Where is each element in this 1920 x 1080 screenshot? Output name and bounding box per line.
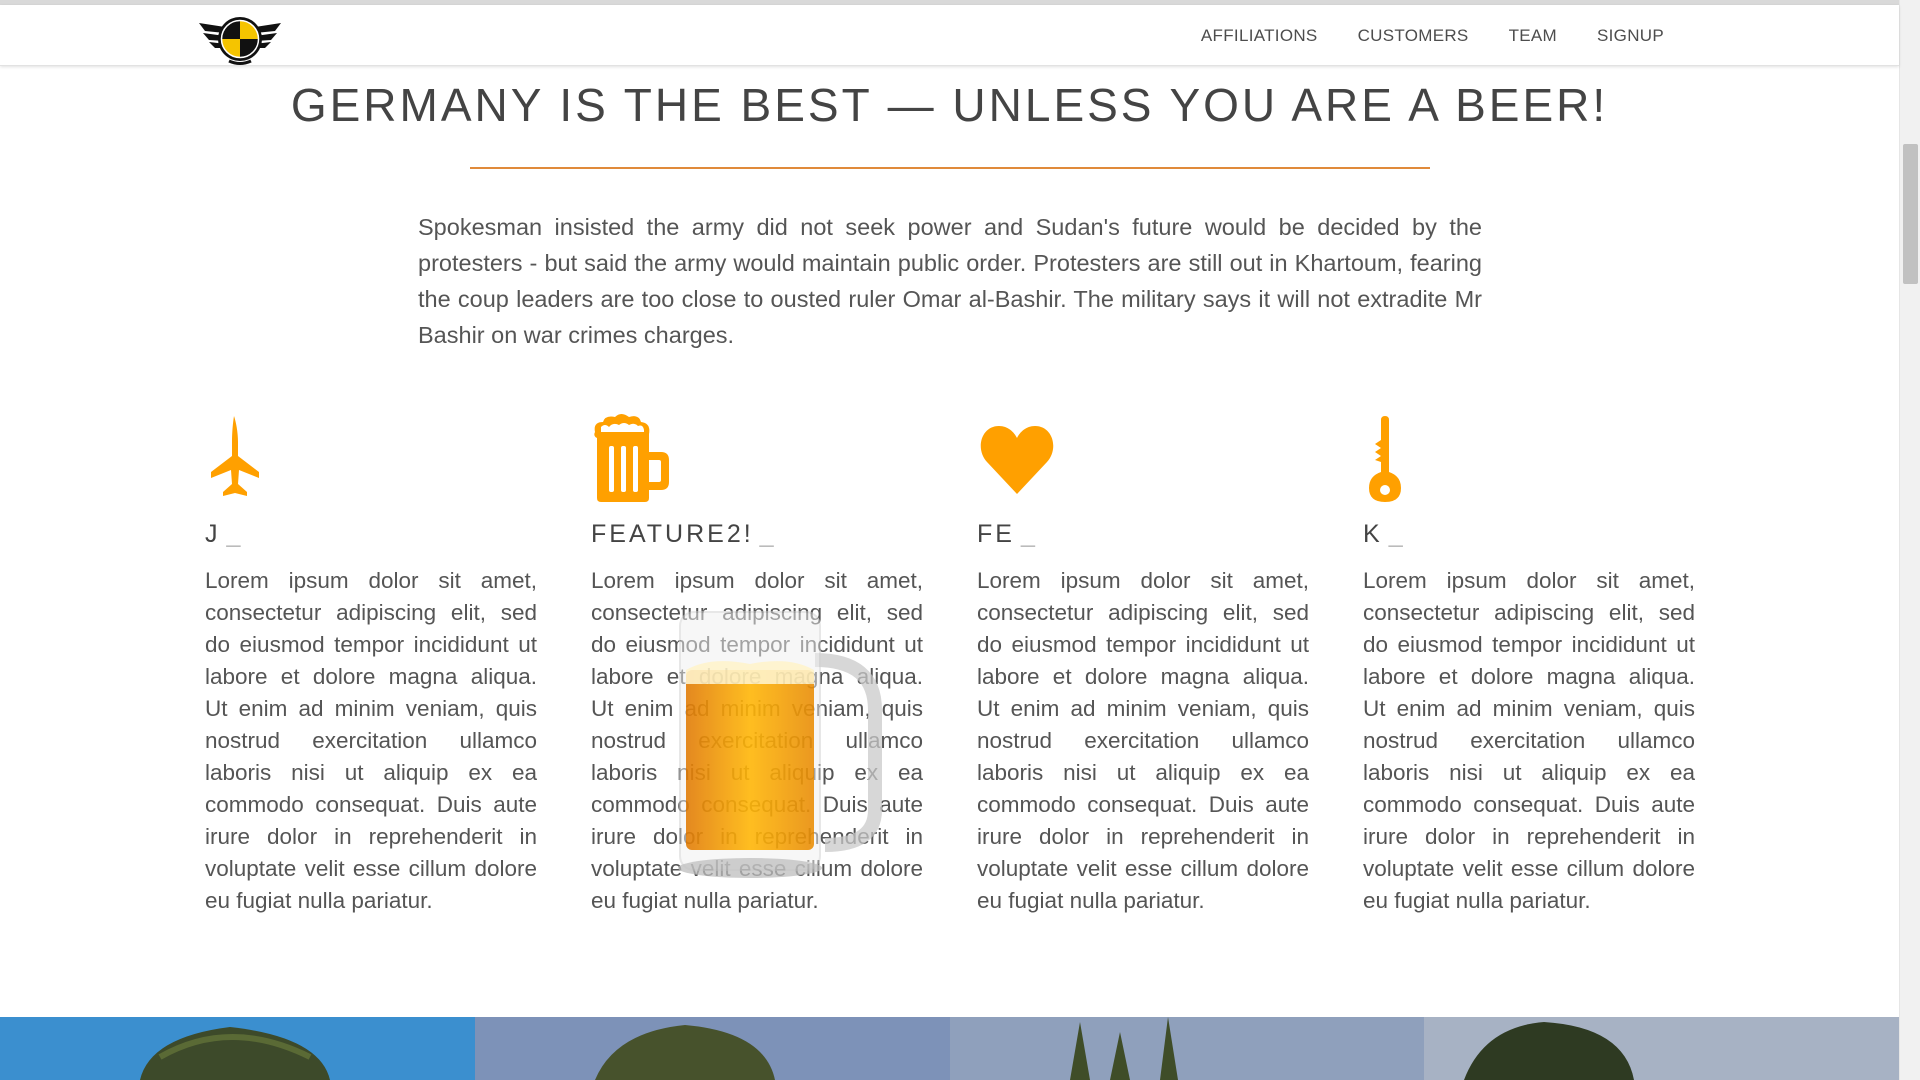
key-icon	[1363, 412, 1695, 504]
jet-icon	[205, 412, 537, 504]
nav-links: AFFILIATIONS CUSTOMERS TEAM SIGNUP	[1181, 5, 1684, 66]
scrollbar-thumb[interactable]	[1903, 144, 1918, 284]
nav-affiliations[interactable]: AFFILIATIONS	[1181, 5, 1338, 66]
feature-1: J _ Lorem ipsum dolor sit amet, consectet…	[205, 412, 537, 917]
feature-2: FEATURE2! _ Lorem ipsum dolor sit amet, c…	[591, 412, 923, 917]
gallery-photo-4[interactable]	[1424, 1017, 1899, 1080]
nav-signup[interactable]: SIGNUP	[1577, 5, 1684, 66]
title-divider	[470, 167, 1430, 169]
page-scrollbar[interactable]	[1899, 0, 1920, 1080]
logo-icon[interactable]	[195, 9, 285, 67]
gallery-photo-2[interactable]	[474, 1017, 950, 1080]
intro-paragraph: Spokesman insisted the army did not seek…	[418, 214, 1482, 348]
page: AFFILIATIONS CUSTOMERS TEAM SIGNUP GERMA…	[0, 0, 1920, 1080]
gallery-photo-1[interactable]	[0, 1017, 475, 1080]
gallery-photo-3[interactable]	[949, 1017, 1425, 1080]
heart-icon	[977, 412, 1309, 504]
feature-4: K _ Lorem ipsum dolor sit amet, consectet…	[1363, 412, 1695, 917]
feature-body: Lorem ipsum dolor sit amet, consectetur …	[977, 568, 1309, 913]
photo-gallery	[0, 1017, 1899, 1080]
feature-body: Lorem ipsum dolor sit amet, consectetur …	[205, 568, 537, 913]
feature-3: FE _ Lorem ipsum dolor sit amet, consecte…	[977, 412, 1309, 917]
beer-icon	[591, 412, 923, 504]
feature-body: Lorem ipsum dolor sit amet, consectetur …	[591, 568, 923, 913]
feature-title: FEATURE2! _	[591, 520, 777, 548]
feature-title: J _	[205, 520, 244, 548]
feature-body: Lorem ipsum dolor sit amet, consectetur …	[1363, 568, 1695, 913]
navbar: AFFILIATIONS CUSTOMERS TEAM SIGNUP	[0, 5, 1899, 66]
nav-team[interactable]: TEAM	[1489, 5, 1577, 66]
feature-title: K _	[1363, 520, 1406, 548]
feature-title: FE _	[977, 520, 1038, 548]
page-title: GERMANY IS THE BEST — UNLESS YOU ARE A B…	[290, 79, 1609, 131]
nav-customers[interactable]: CUSTOMERS	[1338, 5, 1489, 66]
